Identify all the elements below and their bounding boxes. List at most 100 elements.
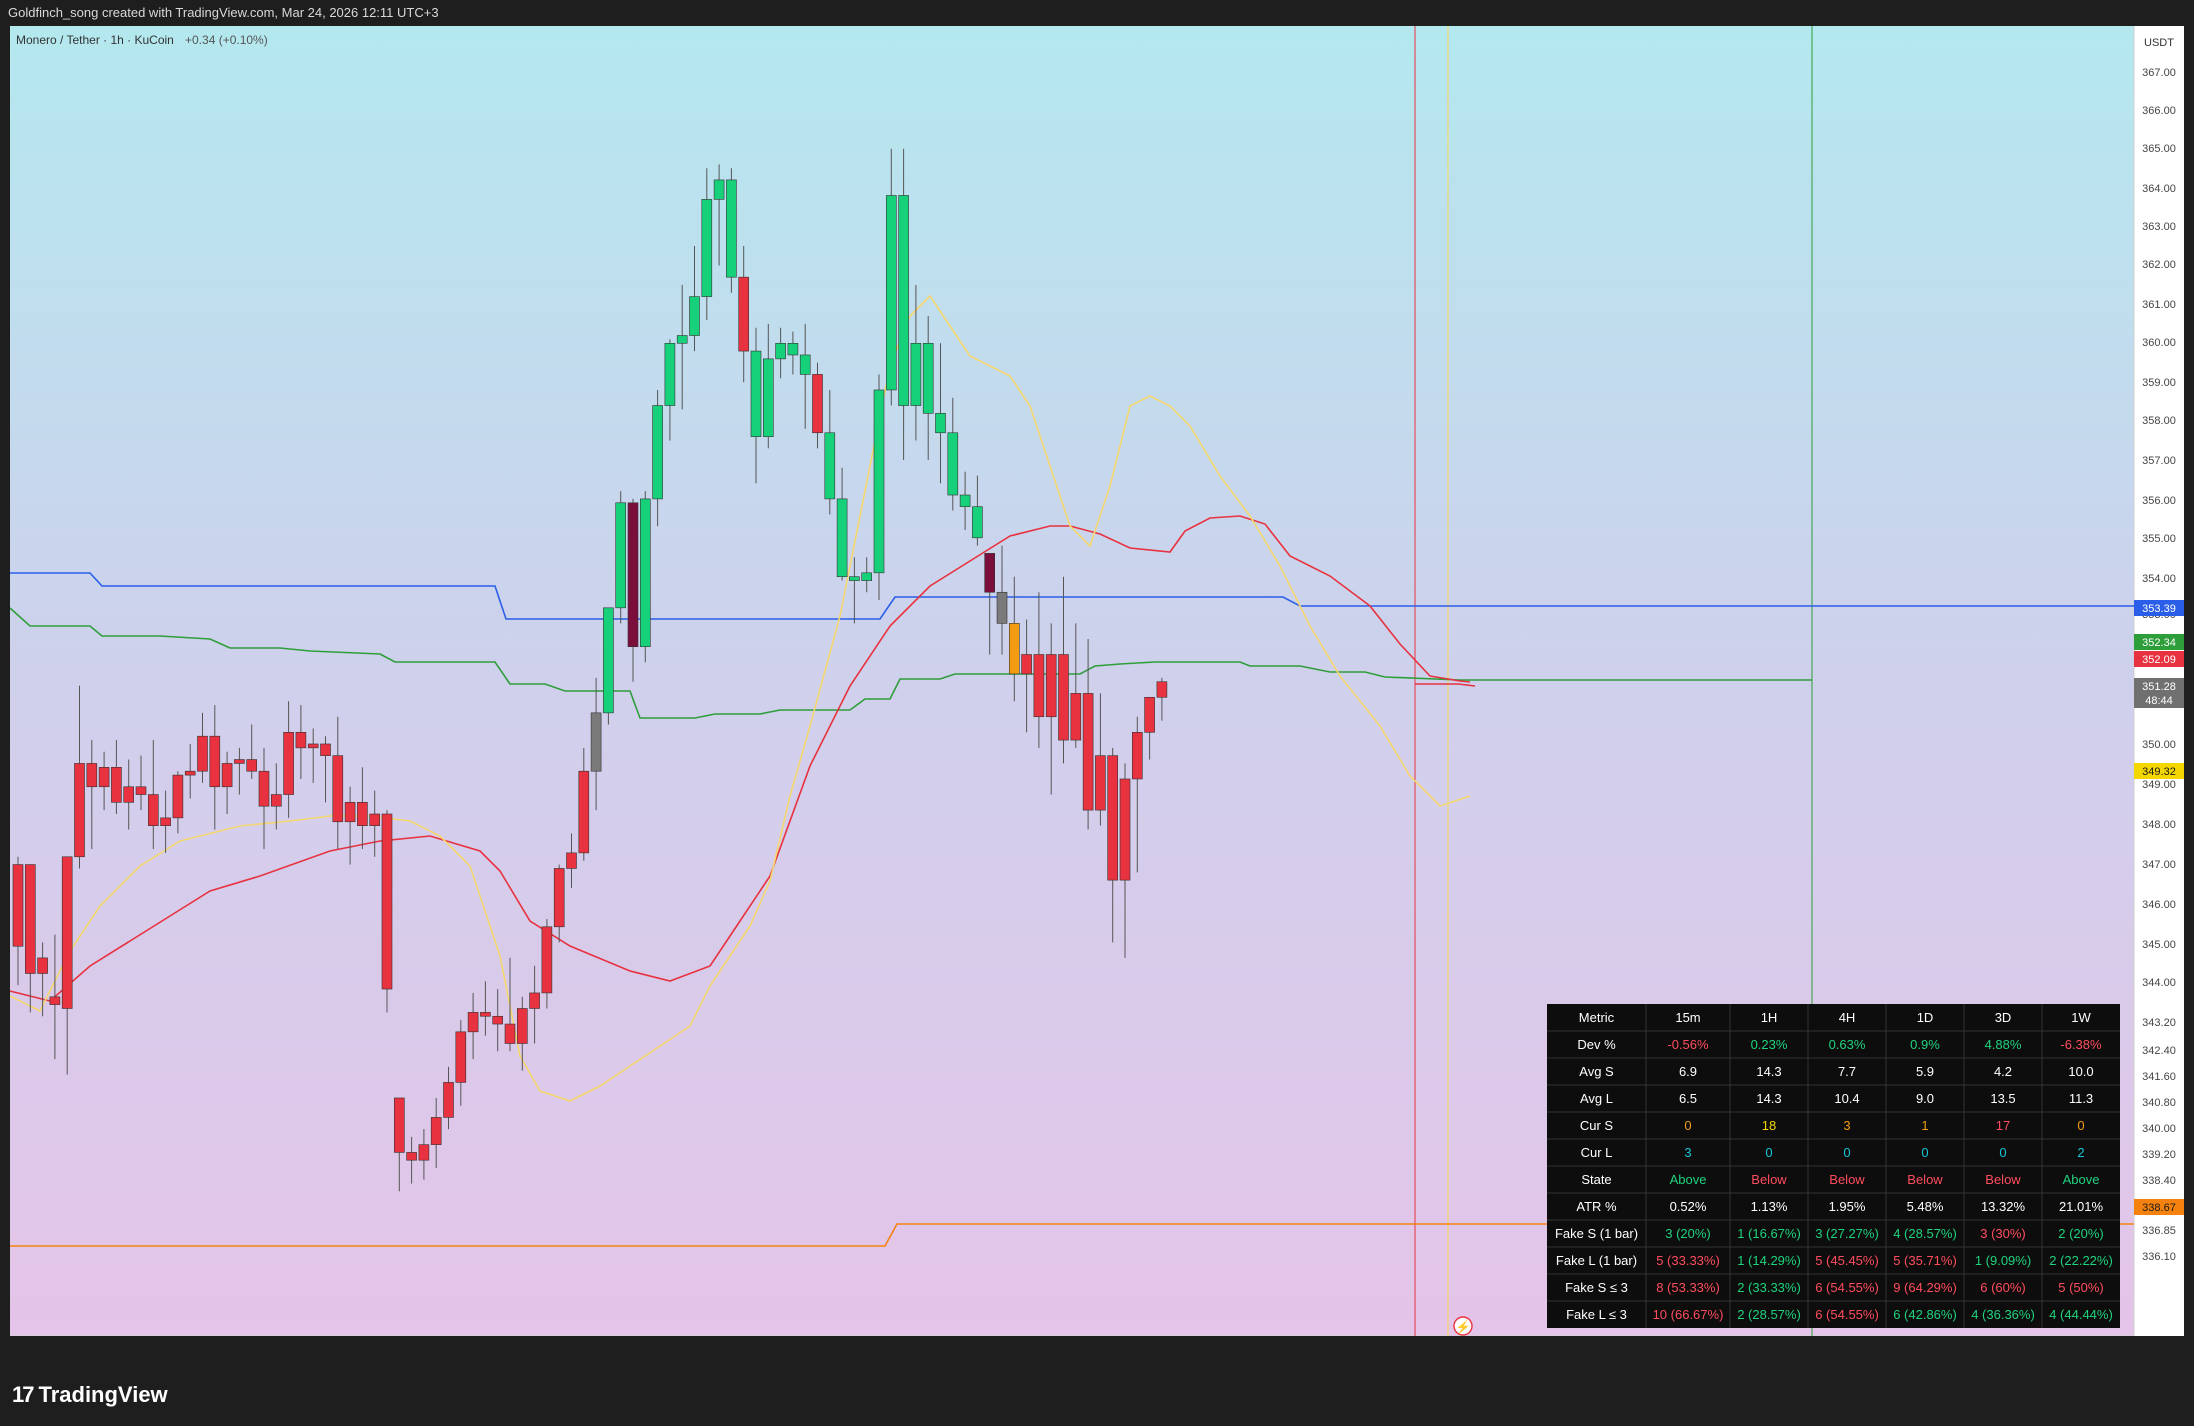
candle-body bbox=[861, 572, 873, 581]
price-tick-label: 365.00 bbox=[2142, 143, 2176, 155]
candle[interactable] bbox=[603, 607, 614, 725]
candle-body bbox=[701, 199, 713, 297]
candle-body bbox=[676, 335, 688, 344]
candle-body bbox=[713, 179, 725, 200]
table-cell: 8 (53.33%) bbox=[1656, 1280, 1720, 1295]
table-cell: Below bbox=[1985, 1172, 2021, 1187]
candle-body bbox=[357, 802, 368, 826]
table-cell: 11.3 bbox=[2069, 1091, 2093, 1106]
table-cell: 6 (54.55%) bbox=[1815, 1307, 1879, 1322]
table-cell: 5 (50%) bbox=[2058, 1280, 2104, 1295]
candle-body bbox=[418, 1144, 430, 1161]
table-cell: 7.7 bbox=[1838, 1064, 1856, 1079]
candle[interactable] bbox=[873, 374, 885, 601]
candle[interactable] bbox=[615, 491, 627, 624]
candle[interactable] bbox=[726, 168, 737, 293]
table-row-label: Cur S bbox=[1580, 1118, 1614, 1133]
candle-body bbox=[824, 432, 836, 500]
table-cell: 3 bbox=[1843, 1118, 1850, 1133]
candle-body bbox=[541, 926, 553, 994]
table-header: 1H bbox=[1761, 1010, 1778, 1025]
candle[interactable] bbox=[381, 810, 393, 1013]
table-cell: 0.52% bbox=[1670, 1199, 1707, 1214]
price-label-countdown: 48:44 bbox=[2145, 695, 2173, 707]
table-cell: 0.63% bbox=[1829, 1037, 1866, 1052]
price-tick-label: 354.00 bbox=[2142, 573, 2176, 585]
candle-body bbox=[1058, 654, 1069, 741]
candle-body bbox=[553, 868, 565, 928]
table-cell: -0.56% bbox=[1667, 1037, 1709, 1052]
table-cell: 4.88% bbox=[1985, 1037, 2022, 1052]
price-label-text: 353.39 bbox=[2142, 603, 2176, 615]
table-cell: 9.0 bbox=[1916, 1091, 1934, 1106]
price-label-text: 352.34 bbox=[2142, 637, 2176, 649]
table-cell: Below bbox=[1829, 1172, 1865, 1187]
table-cell: 6 (60%) bbox=[1980, 1280, 2026, 1295]
table-cell: 0.23% bbox=[1751, 1037, 1788, 1052]
table-cell: 4.2 bbox=[1994, 1064, 2012, 1079]
candle-body bbox=[480, 1012, 491, 1017]
candle-body bbox=[787, 342, 799, 356]
price-label: 349.32 bbox=[2134, 763, 2184, 779]
price-tick-label: 367.00 bbox=[2142, 67, 2176, 79]
table-cell: 10 (66.67%) bbox=[1653, 1307, 1724, 1322]
candle-body bbox=[664, 342, 676, 406]
table-cell: 0 bbox=[1843, 1145, 1850, 1160]
price-label: 352.09 bbox=[2134, 651, 2184, 667]
candle-body bbox=[738, 276, 750, 352]
table-header: Metric bbox=[1579, 1010, 1615, 1025]
candle-body bbox=[652, 405, 663, 500]
chart-area[interactable]: Monero / Tether · 1h · KuCoin +0.34 (+0.… bbox=[9, 26, 2184, 1359]
table-header: 3D bbox=[1995, 1010, 2012, 1025]
candle-body bbox=[98, 767, 110, 788]
candle-body bbox=[590, 712, 602, 772]
price-tick-label: 366.00 bbox=[2142, 105, 2176, 117]
candle-body bbox=[578, 770, 590, 854]
price-label-text: 352.09 bbox=[2142, 654, 2176, 666]
candle[interactable] bbox=[639, 491, 651, 663]
candle-body bbox=[1045, 654, 1057, 718]
table-cell: 17 bbox=[1996, 1118, 2010, 1133]
price-tick-label: 364.00 bbox=[2142, 183, 2176, 195]
price-tick-label: 358.00 bbox=[2142, 415, 2176, 427]
candle-body bbox=[996, 591, 1008, 624]
table-row-label: ATR % bbox=[1576, 1199, 1617, 1214]
candlestick-chart[interactable]: Monero / Tether · 1h · KuCoin +0.34 (+0.… bbox=[9, 26, 2184, 1359]
table-cell: 6.9 bbox=[1679, 1064, 1697, 1079]
price-tick-label: 361.00 bbox=[2142, 299, 2176, 311]
candle-body bbox=[148, 794, 159, 826]
price-tick-label: 347.00 bbox=[2142, 859, 2176, 871]
table-cell: 14.3 bbox=[1756, 1064, 1781, 1079]
price-label-text: 349.32 bbox=[2142, 766, 2176, 778]
price-tick-label: 360.00 bbox=[2142, 337, 2176, 349]
price-tick-label: 340.00 bbox=[2142, 1123, 2176, 1135]
table-cell: 2 bbox=[2077, 1145, 2084, 1160]
candle-body bbox=[1119, 778, 1131, 881]
table-cell: 1 (16.67%) bbox=[1737, 1226, 1801, 1241]
candle-body bbox=[283, 731, 294, 795]
candle-body bbox=[959, 494, 971, 507]
candle-body bbox=[689, 296, 700, 336]
metrics-table[interactable]: Metric 15m 1H 4H 1D 3D 1W Dev % -0.56% 0.23% 0.63%… bbox=[1547, 1004, 2120, 1328]
price-label: 352.34 bbox=[2134, 634, 2184, 650]
table-cell: 2 (22.22%) bbox=[2049, 1253, 2113, 1268]
price-label: 353.39 bbox=[2134, 600, 2184, 616]
table-header: 1D bbox=[1917, 1010, 1934, 1025]
candle-body bbox=[369, 813, 381, 826]
candle-body bbox=[455, 1031, 467, 1083]
tradingview-brand[interactable]: 17 TradingView bbox=[12, 1382, 168, 1408]
candle-body bbox=[639, 498, 651, 648]
price-tick-label: 355.00 bbox=[2142, 533, 2176, 545]
table-cell: 14.3 bbox=[1756, 1091, 1781, 1106]
alert-icon[interactable]: ⚡ bbox=[1453, 1316, 1473, 1336]
table-header: 4H bbox=[1839, 1010, 1856, 1025]
table-header: 15m bbox=[1675, 1010, 1700, 1025]
table-cell: 5.48% bbox=[1907, 1199, 1944, 1214]
price-label-text: 338.67 bbox=[2142, 1202, 2176, 1214]
table-cell: 13.5 bbox=[1990, 1091, 2015, 1106]
footer: 17 TradingView bbox=[0, 1336, 2194, 1426]
price-tick-label: 341.60 bbox=[2142, 1071, 2176, 1083]
candle-body bbox=[885, 195, 897, 391]
price-tick-label: 342.40 bbox=[2142, 1045, 2176, 1057]
candle-body bbox=[443, 1082, 454, 1118]
